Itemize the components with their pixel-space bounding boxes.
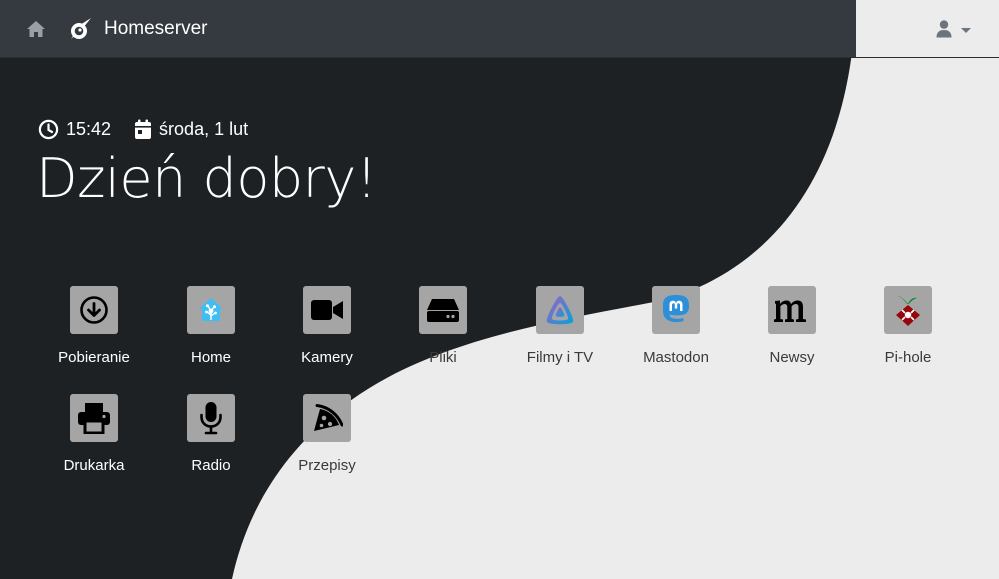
current-date: środa, 1 lut (159, 118, 249, 139)
app-label: Mastodon (643, 349, 709, 366)
app-tile-mastodon[interactable]: Mastodon (618, 286, 734, 376)
home-assistant-icon (187, 286, 235, 334)
greeting-heading: Dzień dobry! (36, 147, 377, 210)
comet-logo-icon (68, 16, 94, 42)
app-label: Drukarka (63, 457, 125, 474)
brand-title: Homeserver (104, 18, 208, 39)
nav-home-link[interactable] (24, 17, 48, 41)
miniflux-icon (768, 286, 816, 334)
chevron-down-icon (961, 27, 971, 33)
app-label: Radio (191, 457, 231, 474)
app-tile-pi-hole[interactable]: Pi-hole (850, 286, 966, 376)
app-tile-radio[interactable]: Radio (153, 394, 269, 484)
clock-icon (38, 119, 59, 140)
app-label: Kamery (301, 349, 353, 366)
app-tile-przepisy[interactable]: Przepisy (269, 394, 385, 484)
calendar-icon (134, 119, 152, 140)
app-tile-drukarka[interactable]: Drukarka (36, 394, 152, 484)
hard-drive-icon (419, 286, 467, 334)
video-camera-icon (303, 286, 351, 334)
app-label: Newsy (769, 349, 815, 366)
microphone-icon (187, 394, 235, 442)
app-tile-pobieranie[interactable]: Pobieranie (36, 286, 152, 376)
app-label: Pliki (429, 349, 457, 366)
date-time-row: 15:42 środa, 1 lut (38, 117, 248, 141)
home-icon (27, 21, 45, 37)
app-tile-home[interactable]: Home (153, 286, 269, 376)
app-label: Filmy i TV (526, 349, 594, 366)
jellyfin-icon (536, 286, 584, 334)
current-time: 15:42 (66, 118, 112, 139)
app-tile-newsy[interactable]: Newsy (734, 286, 850, 376)
app-tile-kamery[interactable]: Kamery (269, 286, 385, 376)
mastodon-icon (652, 286, 700, 334)
brand-link[interactable]: Homeserver (68, 14, 207, 44)
download-circle-icon (70, 286, 118, 334)
user-icon (936, 20, 952, 38)
app-tile-filmy-i-tv[interactable]: Filmy i TV (502, 286, 618, 376)
app-label: Przepisy (298, 457, 356, 474)
app-label: Pi-hole (884, 349, 932, 366)
printer-icon (70, 394, 118, 442)
user-dropdown[interactable] (936, 16, 971, 42)
top-navbar: Homeserver (0, 0, 999, 57)
pi-hole-icon (884, 286, 932, 334)
app-label: Home (190, 349, 231, 366)
app-tile-pliki[interactable]: Pliki (385, 286, 501, 376)
pizza-icon (303, 394, 351, 442)
app-label: Pobieranie (58, 349, 130, 366)
